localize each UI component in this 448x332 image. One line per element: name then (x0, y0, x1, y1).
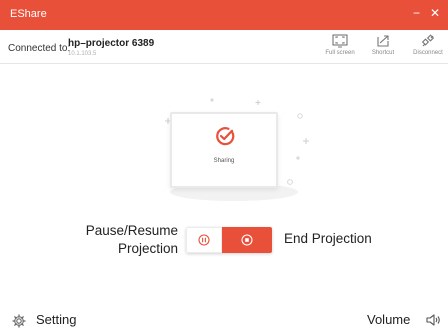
fullscreen-button[interactable]: Full screen (324, 34, 356, 62)
shortcut-button[interactable]: Shortcut (367, 34, 399, 62)
connected-to-label: Connected to: (8, 43, 71, 54)
check-circle-icon (216, 127, 235, 146)
pause-resume-button[interactable] (186, 227, 222, 253)
volume-label: Volume (367, 312, 411, 327)
device-ip: 10.1.103.5 (68, 51, 97, 57)
disconnect-icon (421, 34, 435, 47)
sharing-card: Sharing (170, 112, 278, 188)
device-name: hp–projector 6389 (68, 38, 155, 49)
stop-icon (241, 234, 253, 246)
end-projection-button[interactable] (222, 227, 272, 253)
minimize-button[interactable]: − (413, 6, 420, 20)
shortcut-icon (377, 35, 389, 47)
projection-control-group (186, 227, 272, 253)
fullscreen-icon (332, 34, 348, 48)
speaker-icon (426, 314, 440, 326)
shortcut-label: Shortcut (371, 50, 395, 56)
sharing-status-text: Sharing (213, 158, 235, 164)
volume-button[interactable]: Volume (367, 311, 445, 329)
disconnect-button[interactable]: Disconnect (410, 34, 446, 62)
end-projection-label: End Projection (284, 231, 372, 246)
disconnect-label: Disconnect (413, 50, 443, 56)
connection-bar: Connected to: hp–projector 6389 10.1.103… (0, 30, 448, 64)
close-button[interactable]: ✕ (430, 6, 440, 20)
app-title: EShare (10, 8, 47, 20)
pause-resume-label: Pause/Resume Projection (85, 223, 178, 256)
fullscreen-label: Full screen (325, 50, 355, 56)
setting-label: Setting (36, 312, 77, 327)
gear-icon (12, 314, 26, 328)
title-bar: EShare − ✕ (0, 0, 448, 30)
pause-icon (198, 234, 210, 246)
